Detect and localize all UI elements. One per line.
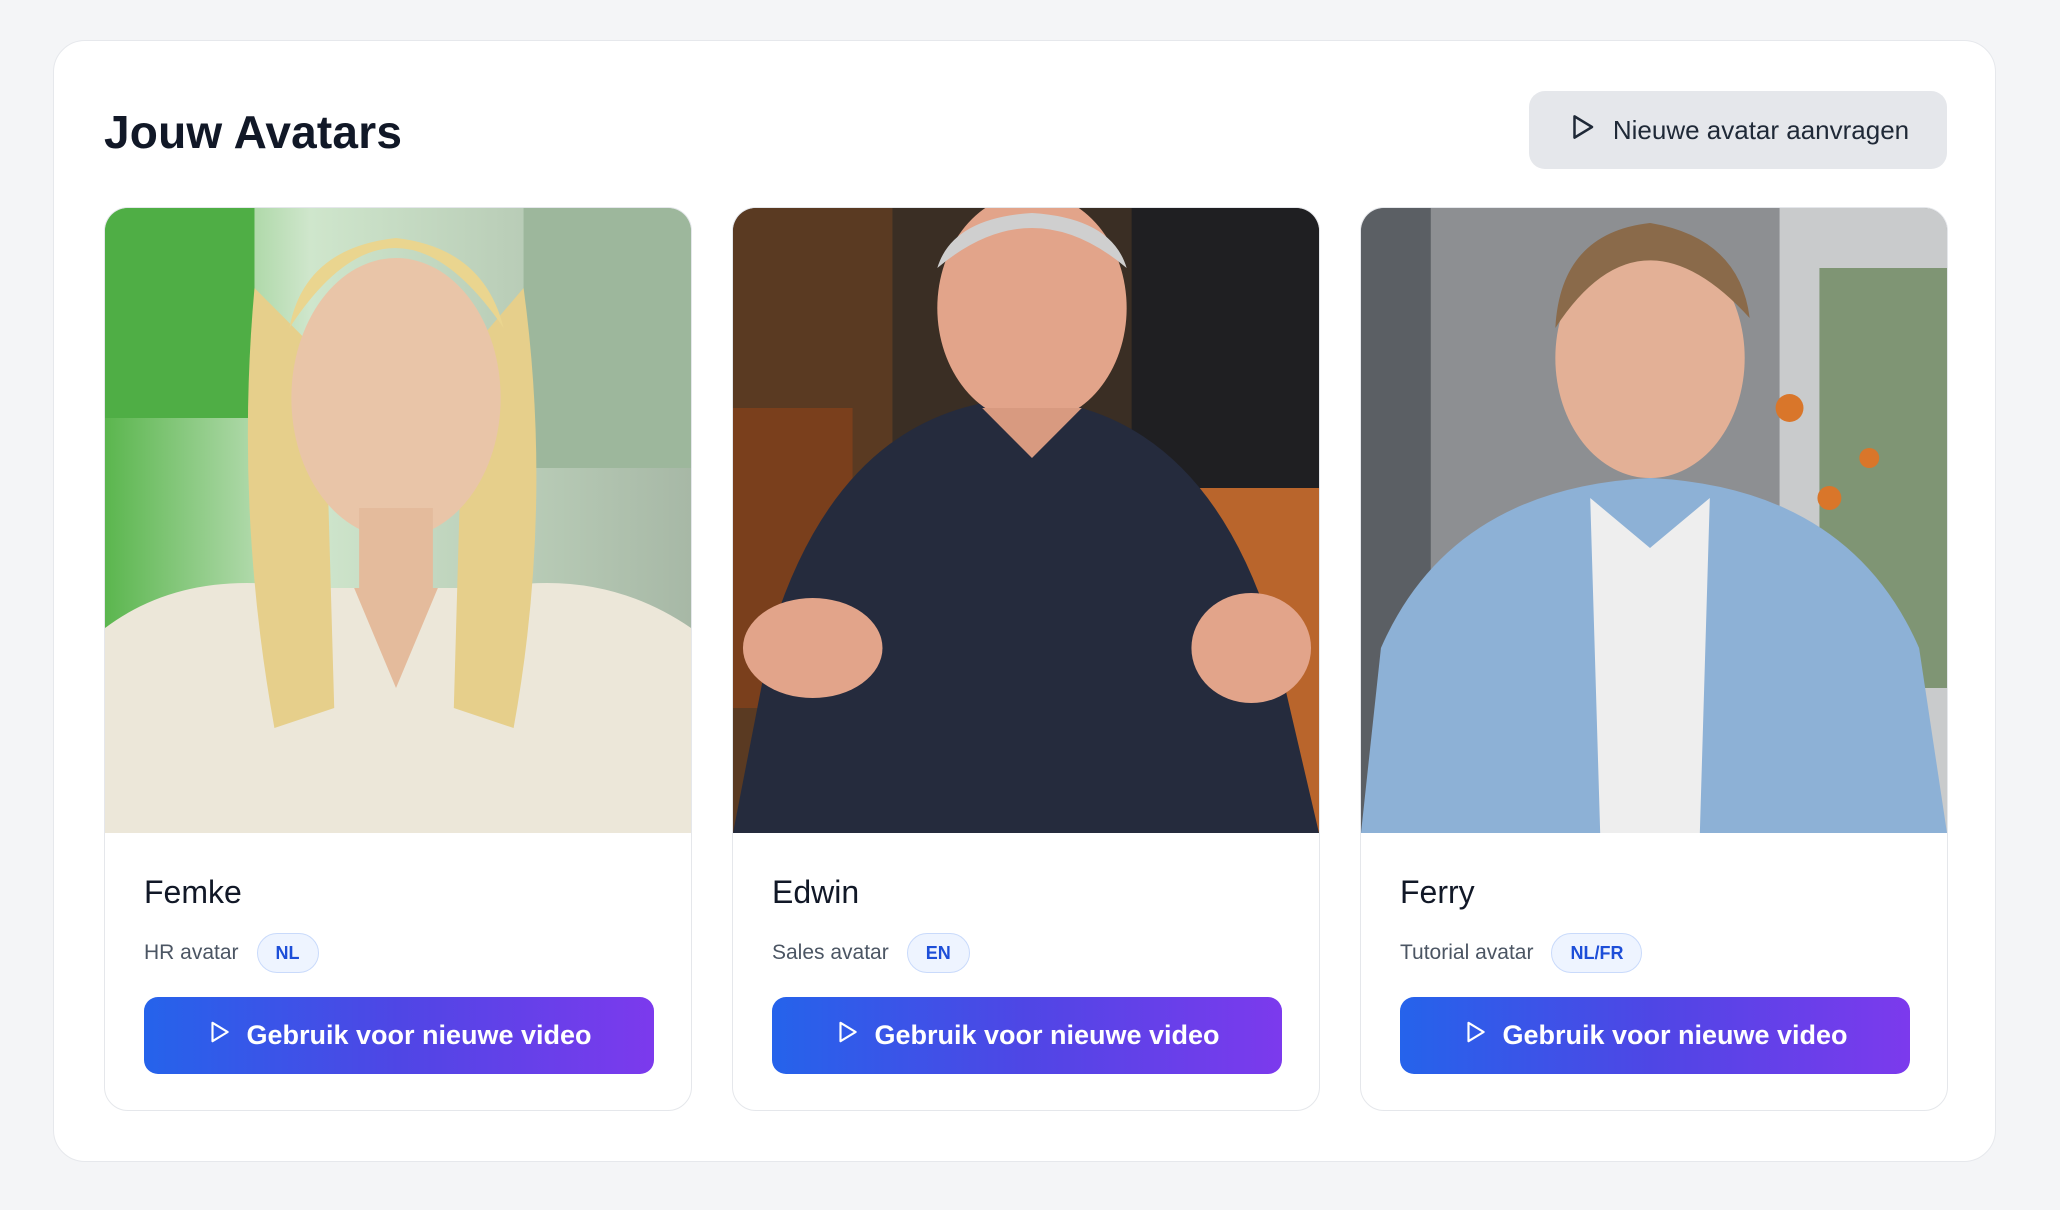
avatar-role: HR avatar (144, 941, 239, 964)
avatar-card-list: Femke HR avatar NL Gebruik voor nieuwe v… (104, 207, 1948, 1111)
avatar-card-ferry: Ferry Tutorial avatar NL/FR Gebruik voor… (1360, 207, 1948, 1111)
avatar-photo-edwin (733, 208, 1319, 833)
avatar-meta: Sales avatar EN (772, 933, 1280, 973)
avatar-name: Femke (144, 874, 242, 910)
request-new-avatar-label: Nieuwe avatar aanvragen (1612, 114, 1910, 145)
use-for-new-video-button[interactable]: Gebruik voor nieuwe video (1400, 997, 1910, 1074)
avatar-role: Sales avatar (772, 941, 889, 964)
language-badge: NL (256, 933, 319, 973)
play-icon (1567, 112, 1597, 149)
avatar-photo-ferry (1361, 208, 1947, 833)
play-icon (206, 1019, 232, 1052)
avatar-meta: Tutorial avatar NL/FR (1400, 933, 1908, 973)
use-for-new-video-label: Gebruik voor nieuwe video (246, 1020, 592, 1050)
avatar-card-edwin: Edwin Sales avatar EN Gebruik voor nieuw… (732, 207, 1320, 1111)
avatar-card-femke: Femke HR avatar NL Gebruik voor nieuwe v… (104, 207, 692, 1111)
play-icon (834, 1019, 860, 1052)
language-badge: EN (906, 933, 970, 973)
request-new-avatar-button[interactable]: Nieuwe avatar aanvragen (1529, 91, 1947, 169)
avatar-card-body: Edwin Sales avatar EN Gebruik voor nieuw… (772, 874, 1282, 1074)
avatar-photo-femke (105, 208, 691, 833)
avatars-panel: Jouw Avatars Nieuwe avatar aanvragen Fem… (53, 40, 1996, 1162)
avatar-meta: HR avatar NL (144, 933, 652, 973)
avatar-name: Edwin (772, 874, 860, 910)
avatar-card-body: Ferry Tutorial avatar NL/FR Gebruik voor… (1400, 874, 1910, 1074)
use-for-new-video-label: Gebruik voor nieuwe video (874, 1020, 1220, 1050)
use-for-new-video-button[interactable]: Gebruik voor nieuwe video (772, 997, 1282, 1074)
page-title: Jouw Avatars (104, 106, 403, 158)
avatar-name: Ferry (1400, 874, 1475, 910)
use-for-new-video-button[interactable]: Gebruik voor nieuwe video (144, 997, 654, 1074)
avatar-role: Tutorial avatar (1400, 941, 1534, 964)
play-icon (1462, 1019, 1488, 1052)
avatar-card-body: Femke HR avatar NL Gebruik voor nieuwe v… (144, 874, 654, 1074)
language-badge: NL/FR (1551, 933, 1643, 973)
use-for-new-video-label: Gebruik voor nieuwe video (1502, 1020, 1848, 1050)
